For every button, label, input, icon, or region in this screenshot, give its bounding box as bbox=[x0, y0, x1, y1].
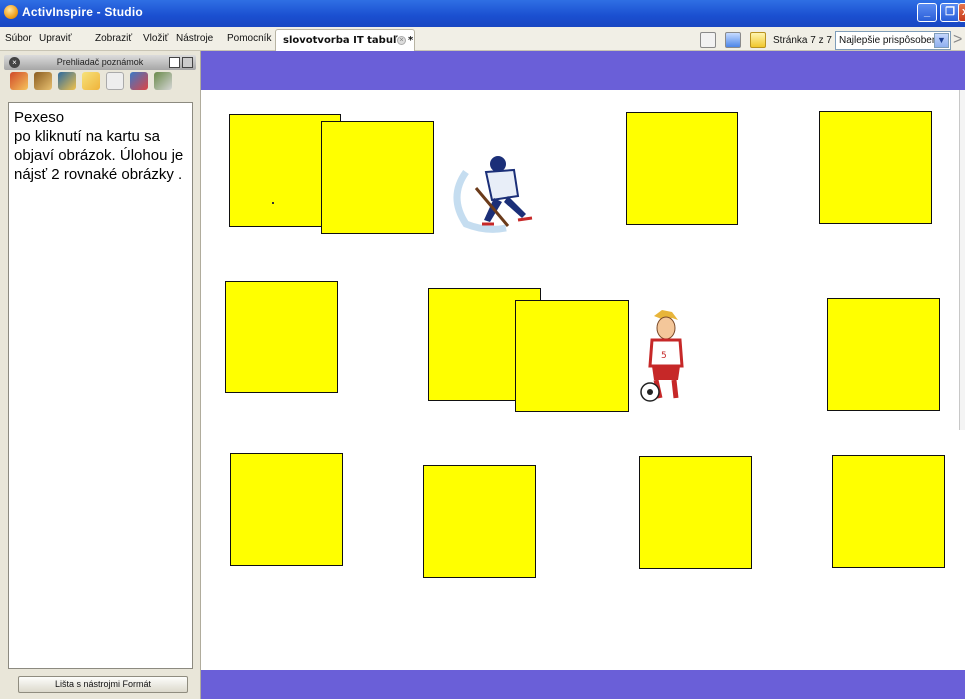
next-page-icon[interactable]: > bbox=[953, 31, 962, 49]
menu-view[interactable]: Zobraziť bbox=[95, 33, 132, 44]
page-counter: Stránka 7 z 7 bbox=[773, 35, 832, 46]
menu-insert[interactable]: Vložiť bbox=[143, 33, 168, 44]
soccer-player-image[interactable]: 5 bbox=[638, 306, 694, 406]
menu-help[interactable]: Pomocník bbox=[227, 33, 271, 44]
chevron-down-icon[interactable]: ▼ bbox=[934, 33, 949, 48]
memory-card[interactable] bbox=[626, 112, 738, 225]
skate bbox=[517, 216, 533, 222]
window-title: ActivInspire - Studio bbox=[22, 5, 143, 19]
close-button[interactable]: x bbox=[958, 3, 965, 22]
panel-title: Prehliadač poznámok bbox=[56, 57, 144, 67]
hockey-player-image[interactable] bbox=[446, 152, 546, 234]
document-tab-label: slovotvorba IT tabuľa * bbox=[283, 35, 414, 46]
action-browser-icon[interactable] bbox=[130, 72, 148, 90]
jersey bbox=[484, 168, 520, 202]
memory-card[interactable] bbox=[321, 121, 434, 234]
memory-card[interactable] bbox=[423, 465, 536, 578]
activinspire-logo-icon bbox=[4, 5, 18, 19]
memory-card[interactable] bbox=[230, 453, 343, 566]
ball-patch bbox=[647, 389, 653, 395]
card-mark bbox=[272, 202, 274, 204]
panel-pin-icon[interactable] bbox=[169, 57, 180, 68]
shorts bbox=[652, 366, 680, 380]
title-bar: ActivInspire - Studio _ ❐ x bbox=[0, 0, 965, 27]
memory-card[interactable] bbox=[515, 300, 629, 412]
right-leg bbox=[504, 196, 526, 218]
page-browser-icon[interactable] bbox=[10, 72, 28, 90]
memory-card[interactable] bbox=[225, 281, 338, 393]
menu-tools[interactable]: Nástroje bbox=[176, 33, 213, 44]
object-browser-icon[interactable] bbox=[58, 72, 76, 90]
snowflake-tool-icon[interactable] bbox=[725, 32, 741, 48]
panel-header: × Prehliadač poznámok bbox=[4, 55, 196, 70]
vertical-scrollbar[interactable] bbox=[959, 90, 965, 430]
memory-card[interactable] bbox=[639, 456, 752, 569]
memory-card[interactable] bbox=[827, 298, 940, 411]
zoom-select[interactable]: Najlepšie prispôsobenie ▼ bbox=[835, 31, 951, 50]
notes-browser-panel: × Prehliadač poznámok Pexeso po kliknutí… bbox=[0, 51, 201, 699]
notes-browser-icon[interactable] bbox=[82, 72, 100, 90]
canvas-bottom-band bbox=[201, 670, 965, 699]
format-toolbar-button[interactable]: Lišta s nástrojmi Formát bbox=[18, 676, 188, 693]
restore-button[interactable]: ❐ bbox=[940, 3, 960, 22]
menu-file[interactable]: Súbor bbox=[5, 33, 32, 44]
memory-card[interactable] bbox=[819, 111, 932, 224]
panel-menu-icon[interactable] bbox=[182, 57, 193, 68]
notes-editor[interactable] bbox=[8, 102, 193, 669]
head bbox=[656, 316, 676, 340]
voting-browser-icon[interactable] bbox=[154, 72, 172, 90]
resource-browser-icon[interactable] bbox=[34, 72, 52, 90]
tab-close-icon[interactable]: × bbox=[397, 36, 406, 45]
document-tab[interactable]: slovotvorba IT tabuľa * × bbox=[275, 29, 415, 51]
helmet bbox=[490, 156, 506, 172]
notes-text[interactable]: Pexeso po kliknutí na kartu sa objaví ob… bbox=[14, 108, 192, 184]
canvas-top-band bbox=[201, 51, 965, 90]
flipchart-canvas[interactable]: 5 bbox=[201, 90, 965, 670]
zoom-value: Najlepšie prispôsobenie bbox=[839, 35, 946, 46]
notes-icon[interactable] bbox=[750, 32, 766, 48]
jersey-number: 5 bbox=[661, 351, 667, 361]
memory-card[interactable] bbox=[832, 455, 945, 568]
menu-edit[interactable]: Upraviť bbox=[39, 33, 72, 44]
minimize-button[interactable]: _ bbox=[917, 3, 937, 22]
page-view-icon[interactable] bbox=[700, 32, 716, 48]
property-browser-icon[interactable] bbox=[106, 72, 124, 90]
